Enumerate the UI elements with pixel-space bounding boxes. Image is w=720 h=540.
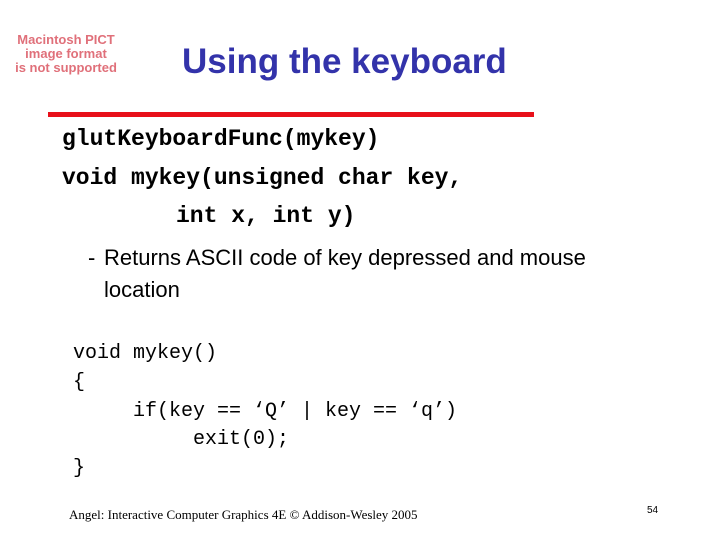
bullet-marker: - (88, 245, 96, 270)
unsupported-image-placeholder: Macintosh PICT image format is not suppo… (6, 33, 126, 75)
code-line-signature-params: int x, int y) (176, 203, 356, 229)
placeholder-line: image format (25, 46, 107, 61)
code-example-line: { (73, 371, 86, 394)
code-example-line: if(key == ‘Q’ | key == ‘q’) (73, 400, 458, 423)
page-number: 54 (647, 505, 659, 516)
code-example-line: } (73, 457, 86, 480)
code-line-signature: void mykey(unsigned char key, (62, 165, 463, 191)
placeholder-line: Macintosh PICT (17, 32, 115, 47)
bullet-text: Returns ASCII code of key depressed and … (104, 245, 586, 302)
slide: Macintosh PICT image format is not suppo… (0, 0, 720, 540)
bullet-item: - Returns ASCII code of key depressed an… (88, 242, 608, 306)
footer-citation: Angel: Interactive Computer Graphics 4E … (69, 507, 418, 522)
code-example-line: exit(0); (73, 428, 290, 451)
code-example-line: void mykey() (73, 342, 218, 365)
slide-title: Using the keyboard (182, 42, 507, 81)
placeholder-line: is not supported (15, 60, 117, 75)
code-line-keyboard-func: glutKeyboardFunc(mykey) (62, 126, 380, 152)
title-divider (48, 112, 534, 117)
